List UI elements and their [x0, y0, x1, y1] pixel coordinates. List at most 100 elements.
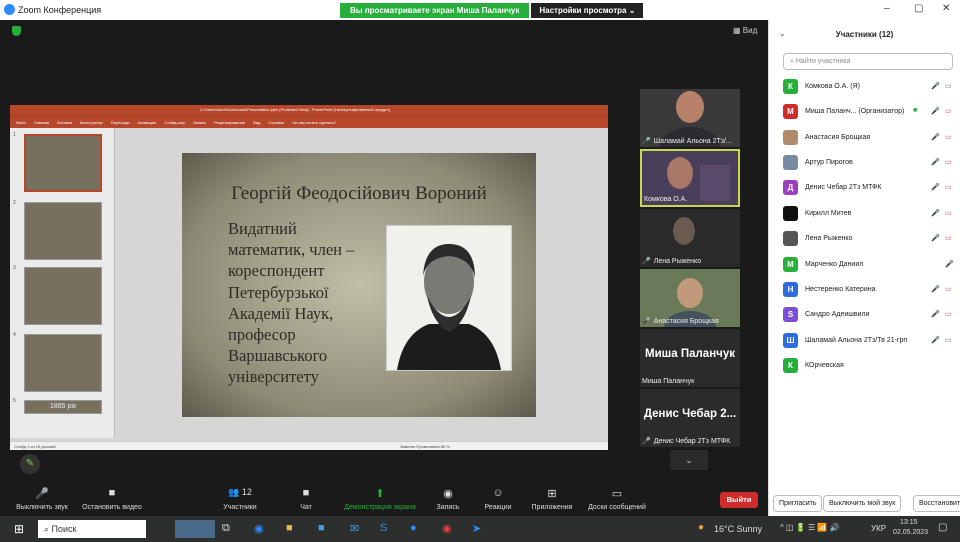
- ppt-tab[interactable]: Главная: [34, 120, 49, 125]
- reactions-button[interactable]: Реакции: [484, 504, 511, 511]
- video-off-icon[interactable]: ▭: [945, 133, 952, 141]
- ppt-tab[interactable]: Рецензирование: [214, 120, 245, 125]
- microphone-icon[interactable]: 🎤: [35, 487, 49, 500]
- mute-me-button[interactable]: Выключить мой звук: [823, 495, 902, 512]
- mic-muted-icon[interactable]: 🎤: [945, 260, 954, 268]
- mic-muted-icon[interactable]: 🎤: [931, 133, 940, 141]
- video-camera-icon[interactable]: ■: [109, 487, 116, 499]
- video-tile[interactable]: Миша Паланчук Миша Паланчук: [640, 329, 740, 387]
- slide-thumbnail[interactable]: [24, 334, 102, 392]
- participant-row[interactable]: Анастасия Брощкая 🎤 ▭: [783, 127, 958, 147]
- participant-row[interactable]: Н Нестеренко Катерина 🎤 ▭: [783, 279, 958, 299]
- apps-button[interactable]: Приложения: [532, 504, 573, 511]
- mic-icon[interactable]: 🎤: [931, 82, 940, 90]
- reactions-icon[interactable]: ☺: [492, 487, 503, 499]
- participants-icon[interactable]: 👥 12: [228, 487, 252, 498]
- store-icon[interactable]: ■: [318, 522, 325, 534]
- slide-thumbnail[interactable]: [24, 202, 102, 260]
- participants-button[interactable]: Участники: [223, 504, 256, 511]
- apps-icon[interactable]: ⊞: [547, 487, 556, 500]
- view-button[interactable]: ▦ Вид: [733, 26, 757, 35]
- participant-row[interactable]: Ш Шаламай Альона 2Тз/Тв 21-грп 🎤 ▭: [783, 330, 958, 350]
- zoom-taskbar-icon[interactable]: ●: [410, 522, 417, 534]
- edge-icon[interactable]: ◉: [254, 522, 264, 535]
- ppt-tab[interactable]: Файл: [16, 120, 26, 125]
- restore-button[interactable]: Восстановить: [913, 495, 960, 512]
- ppt-tab[interactable]: Конструктор: [80, 120, 103, 125]
- participant-row[interactable]: Артур Пирогов 🎤 ▭: [783, 152, 958, 172]
- notification-icon[interactable]: ▢: [938, 522, 947, 533]
- video-off-icon[interactable]: ▭: [945, 234, 952, 242]
- telegram-icon[interactable]: ➤: [472, 522, 481, 535]
- task-view-icon[interactable]: ⧉: [222, 522, 230, 535]
- share-screen-button[interactable]: Демонстрация экрана: [344, 504, 416, 511]
- leave-button[interactable]: Выйти: [720, 492, 758, 508]
- ppt-tab[interactable]: Вид: [253, 120, 260, 125]
- chat-button[interactable]: Чат: [300, 504, 312, 511]
- video-off-icon[interactable]: ▭: [945, 107, 952, 115]
- invite-button[interactable]: Пригласить: [773, 495, 823, 512]
- mic-muted-icon[interactable]: 🎤: [931, 234, 940, 242]
- taskbar-search-box[interactable]: ⌕ Поиск: [38, 520, 146, 538]
- slide-thumbnail[interactable]: 1885 рік: [24, 400, 102, 414]
- participant-row[interactable]: М Марченко Даниил 🎤: [783, 254, 958, 274]
- video-off-icon[interactable]: ▭: [945, 285, 952, 293]
- mic-muted-icon[interactable]: 🎤: [931, 336, 940, 344]
- annotate-pencil-icon[interactable]: ✎: [20, 454, 40, 474]
- whiteboard-button[interactable]: Доски сообщений: [588, 504, 646, 511]
- ppt-tell-me[interactable]: Что вы хотите сделать?: [292, 120, 336, 125]
- maximize-button[interactable]: ▢: [914, 3, 923, 14]
- video-off-icon[interactable]: ▭: [945, 310, 952, 318]
- chat-icon[interactable]: ■: [303, 487, 310, 499]
- close-button[interactable]: ✕: [942, 3, 950, 14]
- mic-muted-icon[interactable]: 🎤: [931, 310, 940, 318]
- mic-muted-icon[interactable]: 🎤: [931, 285, 940, 293]
- skype-icon[interactable]: S: [380, 522, 387, 534]
- participant-row[interactable]: М Миша Паланч... (Организатор) ■ 🎤 ▭: [783, 101, 958, 121]
- mic-muted-icon[interactable]: 🎤: [931, 209, 940, 217]
- language-indicator[interactable]: УКР: [871, 524, 886, 533]
- video-tile-active[interactable]: Комкова О.А.: [640, 149, 740, 207]
- mute-button[interactable]: Выключить звук: [16, 504, 68, 511]
- tiles-scroll-down-button[interactable]: ⌄: [670, 450, 708, 470]
- weather-text[interactable]: 16°C Sunny: [714, 524, 762, 534]
- video-tile[interactable]: Денис Чебар 2... 🎤 Денис Чебар 2Тз МТФК: [640, 389, 740, 447]
- video-tile[interactable]: 🎤 Лена Рыженко: [640, 209, 740, 267]
- participant-row[interactable]: К Комкова О.А. (Я) 🎤 ▭: [783, 76, 958, 96]
- mic-muted-icon[interactable]: 🎤: [931, 183, 940, 191]
- video-off-icon[interactable]: ▭: [945, 183, 952, 191]
- ppt-tab[interactable]: Запись: [193, 120, 206, 125]
- video-off-icon[interactable]: ▭: [945, 209, 952, 217]
- share-screen-icon[interactable]: ⬆: [375, 487, 384, 500]
- video-off-icon[interactable]: ▭: [945, 158, 952, 166]
- ppt-tab[interactable]: Переходы: [111, 120, 130, 125]
- shield-icon[interactable]: [12, 26, 21, 36]
- participant-row[interactable]: К КОрчевская: [783, 355, 958, 375]
- participant-row[interactable]: Кирилл Митев 🎤 ▭: [783, 203, 958, 223]
- file-explorer-icon[interactable]: ■: [286, 522, 293, 534]
- ppt-tab[interactable]: Вставка: [57, 120, 72, 125]
- windows-start-icon[interactable]: ⊞: [14, 522, 24, 536]
- participant-row[interactable]: Д Денис Чебар 2Тз МТФК 🎤 ▭: [783, 177, 958, 197]
- chrome-icon[interactable]: ◉: [442, 522, 452, 535]
- minimize-button[interactable]: –: [884, 3, 890, 14]
- mic-muted-icon[interactable]: 🎤: [931, 158, 940, 166]
- mail-icon[interactable]: ✉: [350, 522, 359, 535]
- participant-row[interactable]: S Сандро Адеишвили 🎤 ▭: [783, 304, 958, 324]
- participant-row[interactable]: Лена Рыженко 🎤 ▭: [783, 228, 958, 248]
- participant-search-input[interactable]: ⌕ Найти участника: [783, 53, 953, 70]
- slide-thumbnail[interactable]: [24, 267, 102, 325]
- tray-icons[interactable]: ^ ◫ 🔋 ☰ 📶 🔊: [780, 523, 839, 532]
- ppt-tab[interactable]: Справка: [268, 120, 284, 125]
- video-icon[interactable]: ▭: [945, 82, 952, 90]
- video-icon[interactable]: ▭: [945, 336, 952, 344]
- ppt-tab[interactable]: Слайд-шоу: [164, 120, 185, 125]
- whiteboard-icon[interactable]: ▭: [612, 487, 622, 500]
- video-tile[interactable]: 🎤 Шаламай Альона 2Тз/...: [640, 89, 740, 147]
- mic-icon[interactable]: 🎤: [931, 107, 940, 115]
- record-button[interactable]: Запись: [437, 504, 460, 511]
- stop-video-button[interactable]: Остановить видео: [82, 504, 142, 511]
- slide-thumbnail[interactable]: [24, 134, 102, 192]
- ppt-tab[interactable]: Анимация: [138, 120, 157, 125]
- view-options-button[interactable]: Настройки просмотра ⌄: [531, 3, 644, 18]
